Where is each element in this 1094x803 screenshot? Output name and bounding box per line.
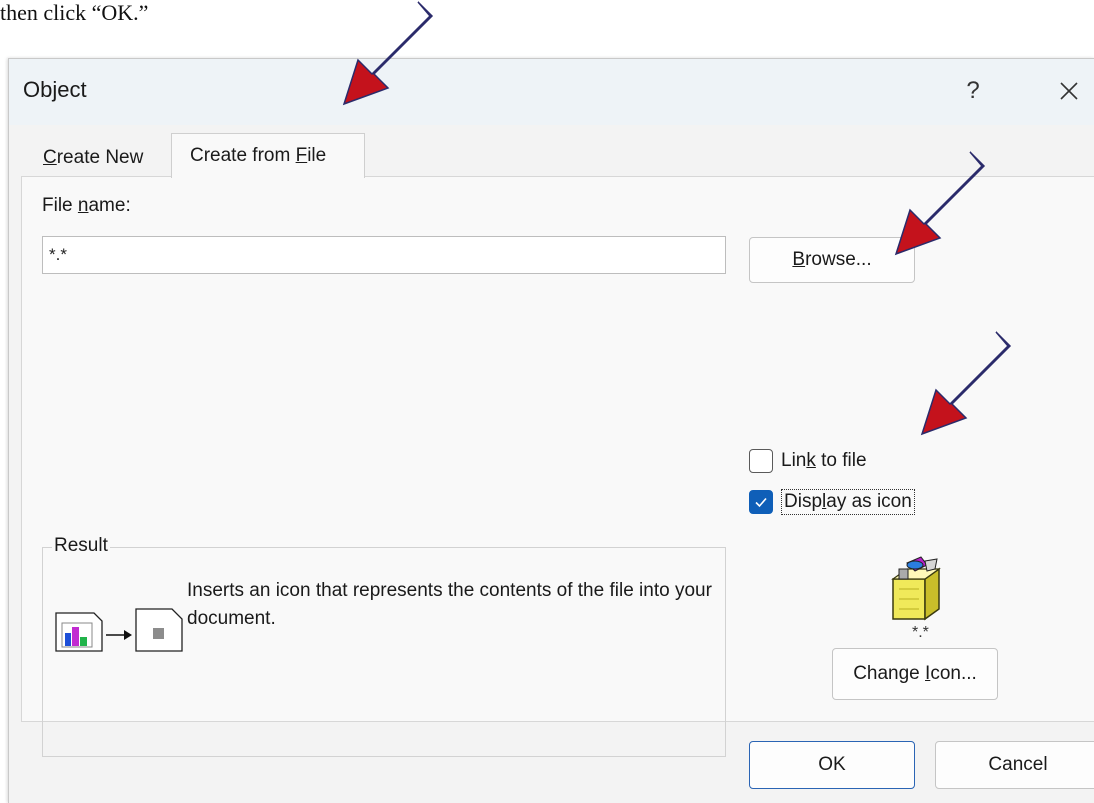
result-illustration-icon <box>55 608 183 652</box>
checkmark-icon <box>755 497 767 508</box>
tab-create-new[interactable]: Create New <box>25 139 179 177</box>
title-bar: Object ? <box>9 59 1094 125</box>
close-icon <box>1060 82 1078 100</box>
checkbox-unchecked[interactable] <box>749 449 773 473</box>
result-legend: Result <box>52 535 110 557</box>
browse-button[interactable]: Browse... <box>749 237 915 283</box>
file-name-label: File name: <box>42 195 131 216</box>
tab-label: Create New <box>43 147 144 168</box>
create-from-file-panel: File name: Browse... Link to file Displa… <box>21 176 1094 757</box>
checkbox-checked[interactable] <box>749 490 773 514</box>
object-dialog: Object ? Create New Create from File Fil… <box>8 58 1094 803</box>
dialog-title: Object <box>23 77 87 102</box>
package-icon-label: *.* <box>912 624 929 641</box>
help-icon: ? <box>966 77 980 104</box>
link-to-file-label: Link to file <box>781 450 867 471</box>
tab-label: Create from File <box>190 145 327 166</box>
ok-button[interactable]: OK <box>749 741 915 789</box>
display-as-icon-checkbox[interactable]: Display as icon <box>749 489 915 515</box>
package-icon <box>891 556 941 621</box>
help-button[interactable]: ? <box>943 67 1003 115</box>
result-description: Inserts an icon that represents the cont… <box>187 580 712 629</box>
tab-create-from-file[interactable]: Create from File <box>171 133 365 178</box>
file-name-input[interactable] <box>42 236 726 274</box>
instruction-caption: then click “OK.” <box>0 0 149 25</box>
link-to-file-checkbox[interactable]: Link to file <box>749 449 867 473</box>
change-icon-button[interactable]: Change Icon... <box>832 648 998 700</box>
cancel-button[interactable]: Cancel <box>935 741 1094 789</box>
display-as-icon-label: Display as icon <box>781 489 915 515</box>
close-button[interactable] <box>1039 67 1094 115</box>
